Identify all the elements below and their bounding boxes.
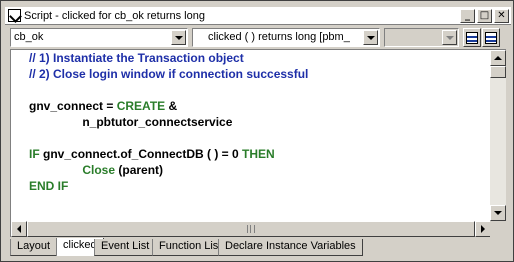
tab-function-list[interactable]: Function List xyxy=(152,239,229,256)
title-bar[interactable]: Script - clicked for cb_ok returns long … xyxy=(5,7,511,25)
code-comment: // 2) Close login window if connection s… xyxy=(29,67,309,81)
minimize-button[interactable]: _ xyxy=(460,8,475,23)
script-window: Script - clicked for cb_ok returns long … xyxy=(0,0,514,262)
chevron-down-icon[interactable] xyxy=(442,30,457,45)
code-keyword: CREATE xyxy=(116,99,166,113)
object-selector-value: cb_ok xyxy=(14,31,44,43)
code-text: n_pbtutor_connectservice xyxy=(29,115,233,129)
event-selector[interactable]: clicked ( ) returns long [pbm_ xyxy=(192,28,380,47)
code-keyword: THEN xyxy=(242,147,275,161)
code-keyword: END IF xyxy=(29,179,69,193)
script-icon xyxy=(8,9,21,22)
close-button[interactable]: ✕ xyxy=(494,8,509,23)
grip-icon xyxy=(247,225,255,233)
selector-row: cb_ok clicked ( ) returns long [pbm_ xyxy=(10,28,510,47)
code-line[interactable]: END IF xyxy=(29,178,489,194)
code-text: gnv_connect = xyxy=(29,99,117,113)
scroll-left-icon[interactable] xyxy=(11,221,27,237)
scroll-right-icon[interactable] xyxy=(475,221,491,237)
code-comment: // 1) Instantiate the Transaction object xyxy=(29,51,244,65)
code-line[interactable] xyxy=(29,82,489,98)
code-text: & xyxy=(165,99,178,113)
code-line[interactable]: // 2) Close login window if connection s… xyxy=(29,66,489,82)
event-selector-value: clicked ( ) returns long [pbm_ xyxy=(208,31,350,43)
code-editor[interactable]: // 1) Instantiate the Transaction object… xyxy=(10,49,506,237)
code-line[interactable]: IF gnv_connect.of_ConnectDB ( ) = 0 THEN xyxy=(29,146,489,162)
horizontal-scroll-thumb[interactable] xyxy=(27,221,475,237)
horizontal-scrollbar[interactable] xyxy=(11,221,491,237)
code-keyword: IF xyxy=(29,147,40,161)
scroll-up-icon[interactable] xyxy=(490,50,506,66)
script-view-button-1[interactable] xyxy=(463,28,481,47)
vertical-scroll-thumb[interactable] xyxy=(490,66,506,78)
code-line[interactable] xyxy=(29,130,489,146)
ancestor-selector[interactable] xyxy=(384,28,459,47)
code-keyword: Close xyxy=(29,163,116,177)
maximize-button[interactable]: □ xyxy=(477,8,492,23)
tab-bar: Layout clicked Event List Function List Decl… xyxy=(10,238,510,257)
chevron-down-icon[interactable] xyxy=(363,30,378,45)
object-selector[interactable]: cb_ok xyxy=(10,28,188,47)
code-line[interactable]: n_pbtutor_connectservice xyxy=(29,114,489,130)
code-text: (parent) xyxy=(115,163,164,177)
scroll-down-icon[interactable] xyxy=(490,205,506,221)
tab-layout[interactable]: Layout xyxy=(10,239,58,256)
code-line[interactable]: // 1) Instantiate the Transaction object xyxy=(29,50,489,66)
script-view-icon xyxy=(466,31,478,44)
window-title: Script - clicked for cb_ok returns long xyxy=(24,9,205,22)
chevron-down-icon[interactable] xyxy=(171,30,186,45)
code-content[interactable]: // 1) Instantiate the Transaction object… xyxy=(29,50,489,194)
size-box xyxy=(490,221,506,237)
code-line[interactable]: gnv_connect = CREATE & xyxy=(29,98,489,114)
script-view-icon xyxy=(485,31,497,44)
vertical-scrollbar[interactable] xyxy=(490,50,506,221)
code-line[interactable]: Close (parent) xyxy=(29,162,489,178)
tab-event-list[interactable]: Event List xyxy=(94,239,157,256)
code-text: gnv_connect.of_ConnectDB ( ) = 0 xyxy=(39,147,243,161)
script-view-button-2[interactable] xyxy=(482,28,500,47)
tab-declare-instance-variables[interactable]: Declare Instance Variables xyxy=(218,239,363,256)
